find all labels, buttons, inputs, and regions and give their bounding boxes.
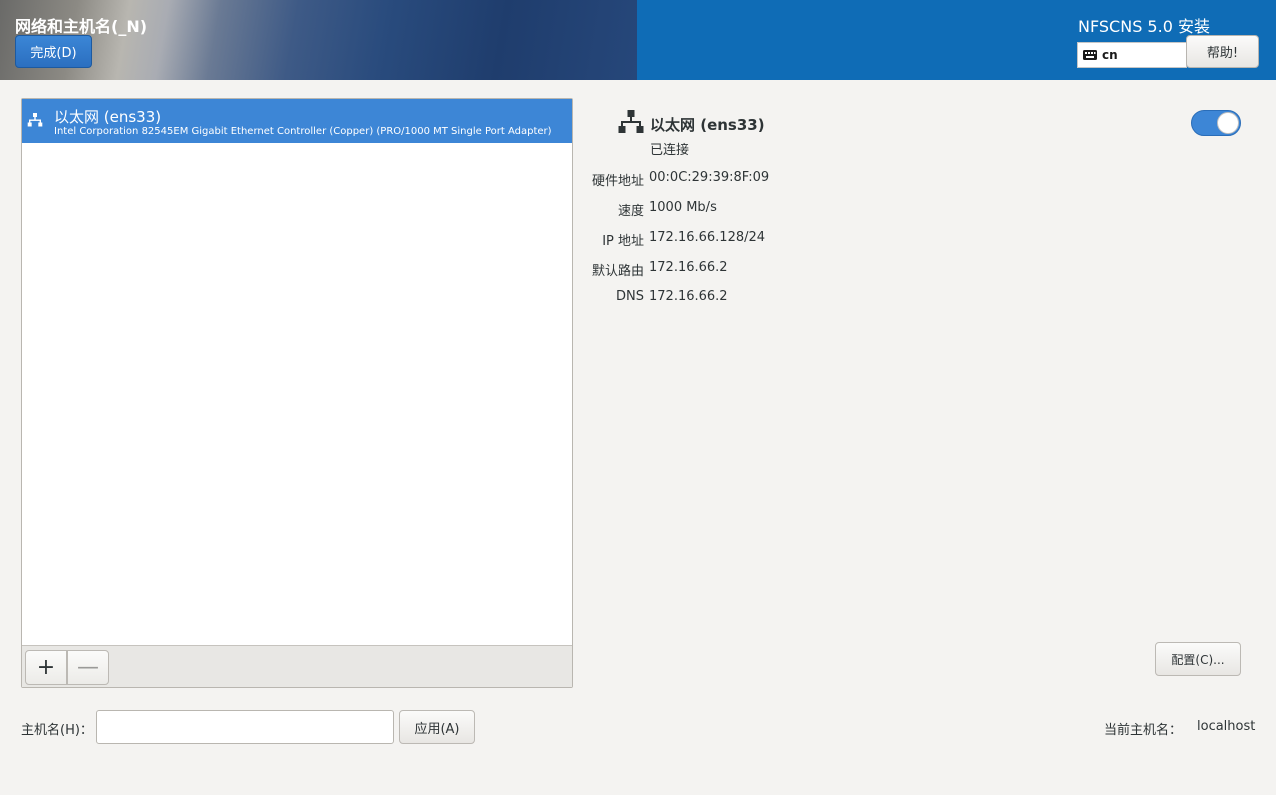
add-device-button[interactable]: + bbox=[25, 650, 67, 685]
ip-address-label: IP 地址 bbox=[602, 234, 644, 249]
keyboard-icon bbox=[1083, 50, 1097, 60]
device-name: 以太网 (ens33) bbox=[54, 108, 162, 126]
network-wired-icon bbox=[618, 110, 644, 133]
network-wired-icon bbox=[27, 113, 43, 127]
product-title: NFSCNS 5.0 安装 bbox=[1078, 17, 1210, 36]
dns-value: 172.16.66.2 bbox=[649, 289, 728, 304]
configure-button[interactable]: 配置(C)... bbox=[1155, 642, 1241, 676]
hardware-address-label: 硬件地址 bbox=[591, 174, 644, 189]
default-route-label: 默认路由 bbox=[591, 264, 644, 279]
header-product-bar bbox=[637, 0, 1276, 80]
done-button[interactable]: 完成(D) bbox=[15, 35, 92, 68]
hardware-address-value: 00:0C:29:39:8F:09 bbox=[649, 170, 770, 185]
toggle-knob bbox=[1217, 112, 1239, 134]
ip-address-value: 172.16.66.128/24 bbox=[649, 230, 766, 245]
header-banner bbox=[0, 0, 637, 80]
device-description: Intel Corporation 82545EM Gigabit Ethern… bbox=[54, 126, 552, 137]
keyboard-layout-label: cn bbox=[1102, 48, 1118, 62]
remove-device-button[interactable]: — bbox=[67, 650, 109, 685]
help-button[interactable]: 帮助! bbox=[1186, 35, 1259, 68]
device-list-toolbar: + — bbox=[22, 645, 572, 687]
device-list-panel: 以太网 (ens33) Intel Corporation 82545EM Gi… bbox=[21, 98, 573, 688]
speed-label: 速度 bbox=[617, 204, 644, 219]
device-detail-name: 以太网 (ens33) bbox=[650, 116, 765, 134]
current-hostname-value: localhost bbox=[1197, 719, 1256, 734]
hostname-label: 主机名(H)： bbox=[21, 723, 93, 738]
page-title: 网络和主机名(_N) bbox=[15, 17, 148, 36]
dns-label: DNS bbox=[616, 289, 644, 304]
apply-hostname-button[interactable]: 应用(A) bbox=[399, 710, 475, 744]
current-hostname-label: 当前主机名： bbox=[1104, 723, 1183, 738]
hostname-input[interactable] bbox=[96, 710, 394, 744]
device-enable-toggle[interactable] bbox=[1191, 110, 1241, 136]
keyboard-layout-indicator[interactable]: cn bbox=[1077, 42, 1187, 68]
default-route-value: 172.16.66.2 bbox=[649, 260, 728, 275]
connection-status: 已连接 bbox=[650, 143, 690, 158]
device-list-item[interactable]: 以太网 (ens33) Intel Corporation 82545EM Gi… bbox=[22, 99, 572, 143]
speed-value: 1000 Mb/s bbox=[649, 200, 717, 215]
